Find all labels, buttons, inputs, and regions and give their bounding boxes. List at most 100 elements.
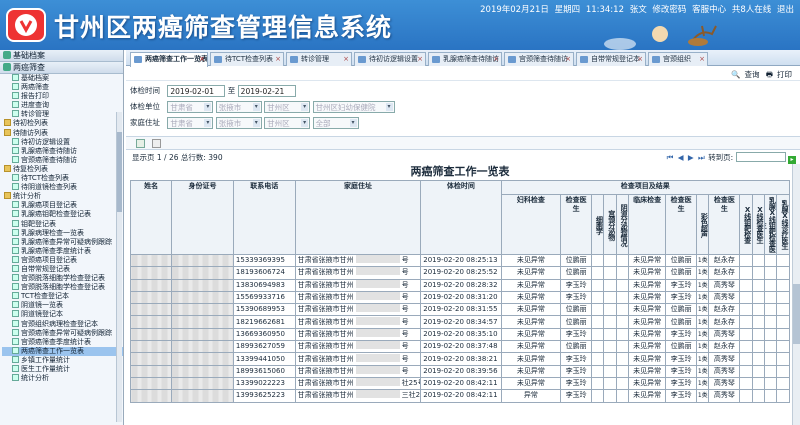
table-row[interactable]: 13993625223甘肃省张掖市甘州 三社28号2019-02-20 08:42… (130, 389, 790, 403)
table-row[interactable]: 18993615060 甘肃省张掖市甘州号 2019-02-20 08:39:56 未… (130, 364, 790, 378)
sidebar-item[interactable]: 待随访列表 (2, 128, 123, 138)
tab-6[interactable]: 自带常规登记本 × (576, 52, 646, 66)
tab-bar: 两癌筛查工作一览表 × 待TCT检查列表 × 转诊管理 × 待初访逻辑设置 × 乳腺癌筛查待随访… (126, 50, 800, 67)
sidebar-item[interactable]: 待初检列表 (2, 119, 123, 128)
unit-city-select[interactable]: 张掖市 ▾ (215, 101, 262, 113)
sidebar-item[interactable]: 乳腺癌项目登记表 (2, 201, 123, 210)
table-row[interactable]: 13669360950 甘肃省张掖市甘州号 2019-02-20 08:35:10 未… (130, 327, 790, 342)
sidebar-item[interactable]: 乳腺癌钼靶检查登记表 (2, 210, 123, 219)
sidebar-item[interactable]: 基础档案 (2, 74, 123, 83)
sidebar-item[interactable]: 统计分析 (2, 192, 123, 201)
sidebar-item[interactable]: 待复检列表 (2, 164, 123, 174)
sidebar-item[interactable]: 宫颈脱落细胞学检查登记表 (2, 274, 123, 283)
col-header-id: 身份证号 (171, 180, 234, 255)
go-button[interactable]: ▸ (788, 156, 796, 164)
address-start: 甘肃省张掖市甘州 (297, 293, 354, 302)
sidebar-item[interactable]: TCT检查登记本 (2, 292, 123, 301)
sidebar-item[interactable]: 两癌筛查 (2, 83, 123, 92)
unit-province-select[interactable]: 甘肃省 ▾ (167, 101, 214, 113)
date-to-input[interactable]: 2019-02-21 (237, 85, 296, 97)
sidebar-item[interactable]: 乳腺癌筛查异常可疑病例跟踪 (2, 237, 123, 247)
tab-5[interactable]: 宫颈筛查待随访 × (504, 52, 574, 66)
sidebar-item[interactable]: 乡镇工作量统计 (2, 355, 123, 365)
export-icon[interactable] (136, 139, 145, 148)
sidebar-item[interactable]: 宫颈癌项目登记表 (2, 255, 123, 265)
sidebar-item[interactable]: 待初访逻辑设置 (2, 137, 123, 147)
sidebar-scrollbar[interactable] (116, 112, 122, 422)
sidebar-item[interactable]: 乳腺病理检查一览表 (2, 228, 123, 238)
tab-4[interactable]: 乳腺癌筛查待随访 × (428, 52, 502, 66)
close-icon[interactable]: × (417, 53, 423, 66)
sidebar-section-screening[interactable]: 两癌筛查 (0, 62, 123, 74)
close-icon[interactable]: × (275, 53, 281, 66)
sidebar-item[interactable]: 阴道镜一览表 (2, 301, 123, 310)
scrollbar-thumb[interactable] (117, 132, 122, 212)
sidebar-item[interactable]: 宫颈脱落细胞学检查登记表 (2, 283, 123, 292)
sidebar-item[interactable]: 宫颈组织病理检查登记本 (2, 319, 123, 329)
date-from-input[interactable]: 2019-02-01 (167, 85, 226, 97)
print-button[interactable]: 🖶 打印 (766, 70, 792, 79)
sidebar-item[interactable]: 进度查询 (2, 101, 123, 110)
prev-page-icon[interactable]: ◀ (678, 152, 684, 164)
close-icon[interactable]: × (493, 53, 499, 66)
first-page-icon[interactable]: ⏮ (667, 152, 674, 164)
home-district-select[interactable]: 甘州区 ▾ (264, 117, 311, 129)
table-row[interactable]: 18219662681 甘肃省张掖市甘州号 2019-02-20 08:34:57 未… (130, 315, 790, 329)
sidebar-item[interactable]: 宫颈癌筛查待随访 (2, 155, 123, 165)
table-row[interactable]: 13399022223甘肃省张掖市甘州 社25号2019-02-20 08:42:… (130, 376, 790, 391)
sidebar-item[interactable]: 待TCT检查列表 (2, 174, 123, 183)
table-row[interactable]: 18993627059 甘肃省张掖市甘州号 2019-02-20 08:37:48 未… (130, 340, 790, 354)
tab-3[interactable]: 待初访逻辑设置 × (354, 52, 426, 66)
tab-2[interactable]: 转诊管理 × (286, 52, 352, 66)
table-cell: 赵永存 (708, 266, 741, 280)
close-icon[interactable]: × (343, 53, 349, 66)
sidebar-item[interactable]: 宫颈癌筛查季度统计表 (2, 337, 123, 347)
support-link[interactable]: 客服中心 (692, 5, 726, 15)
scrollbar-thumb[interactable] (793, 284, 800, 344)
sidebar-item[interactable]: 统计分析 (2, 374, 123, 383)
table-row[interactable]: 13830694983 甘肃省张掖市甘州号 2019-02-20 08:28:32 未… (130, 278, 790, 292)
table-row[interactable]: 15390689953 甘肃省张掖市甘州号 2019-02-20 08:31:55 未… (130, 303, 790, 317)
home-town-select[interactable]: 全部 ▾ (312, 117, 359, 129)
table-row[interactable]: 15569933716 甘肃省张掖市甘州号 2019-02-20 08:31:20 未… (130, 290, 790, 305)
table-cell (615, 278, 630, 292)
close-icon[interactable]: × (565, 53, 571, 66)
table-cell: 未见异常 (628, 278, 667, 292)
query-button[interactable]: 🔍 查询 (731, 70, 759, 79)
table-row[interactable]: 18193606724 甘肃省张掖市甘州号 2019-02-20 08:25:52 未… (130, 266, 790, 280)
sidebar-item-label: 待初访逻辑设置 (21, 137, 70, 146)
last-page-icon[interactable]: ⏭ (698, 152, 705, 164)
close-icon[interactable]: × (637, 53, 643, 66)
sidebar-item[interactable]: 待阴道镜检查列表 (2, 183, 123, 192)
sidebar-item[interactable]: 自带常规登记表 (2, 264, 123, 274)
sidebar-item[interactable]: 钼靶登记表 (2, 219, 123, 229)
unit-hospital-select[interactable]: 甘州区妇幼保健院 ▾ (312, 101, 395, 113)
tab-label: 宫颈组织 (663, 55, 691, 63)
sidebar-item[interactable]: 转诊管理 (2, 110, 123, 119)
sidebar-item[interactable]: 宫颈癌筛查异常可疑病例跟踪 (2, 328, 123, 338)
sidebar-item[interactable]: 乳腺癌筛查季度统计表 (2, 246, 123, 256)
table-row[interactable]: 13399441050 甘肃省张掖市甘州号 2019-02-20 08:38:21 未… (130, 352, 790, 366)
sidebar-section-basic-archive[interactable]: 基础档案 (0, 50, 123, 62)
tab-7[interactable]: 宫颈组织 × (648, 52, 708, 66)
logout-link[interactable]: 退出 (777, 5, 794, 15)
close-icon[interactable]: × (699, 53, 705, 66)
tab-0[interactable]: 两癌筛查工作一览表 × (130, 52, 208, 67)
table-cell (763, 340, 778, 354)
sidebar-item[interactable]: 乳腺癌筛查待随访 (2, 146, 123, 156)
tab-1[interactable]: 待TCT检查列表 × (210, 52, 284, 66)
sidebar-item[interactable]: 两癌筛查工作一览表 (2, 346, 123, 356)
unit-district-select[interactable]: 甘州区 ▾ (264, 101, 311, 113)
change-password-link[interactable]: 修改密码 (652, 5, 686, 15)
print-icon[interactable] (152, 139, 161, 148)
goto-page-input[interactable] (735, 152, 786, 162)
home-city-select[interactable]: 张掖市 ▾ (215, 117, 262, 129)
table-row[interactable]: 15339369395 甘肃省张掖市甘州号 2019-02-20 08:25:13 未… (130, 253, 790, 268)
report-scrollbar[interactable] (792, 164, 800, 425)
home-province-select[interactable]: 甘肃省 ▾ (167, 117, 214, 129)
sidebar-item[interactable]: 医生工作量统计 (2, 365, 123, 374)
sidebar-item[interactable]: 报告打印 (2, 92, 123, 101)
sidebar-item[interactable]: 阴道镜登记本 (2, 310, 123, 319)
close-icon[interactable]: × (199, 53, 205, 66)
next-page-icon[interactable]: ▶ (688, 152, 694, 164)
